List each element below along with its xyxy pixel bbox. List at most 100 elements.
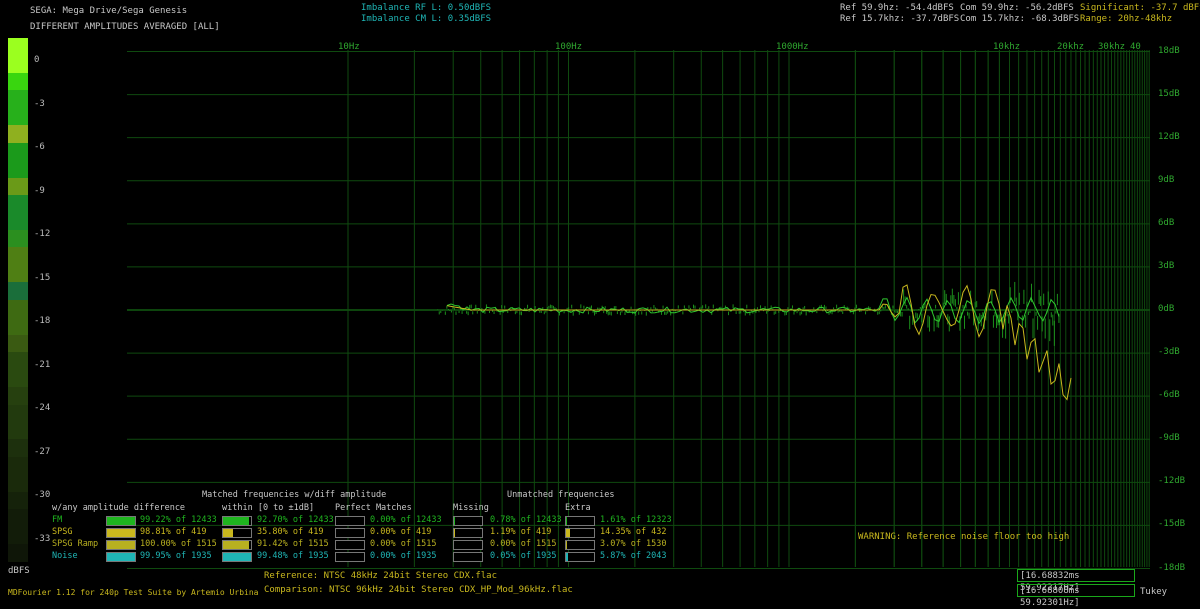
stats-value: 14.35% of 432 [600,527,667,537]
graph-subtitle: DIFFERENT AMPLITUDES AVERAGED [ALL] [30,22,220,32]
scale-segment [8,422,28,439]
scale-segment [8,125,28,142]
comparison-timing: [16.68808ms 59.92301Hz] [1017,584,1135,597]
scale-segment [8,300,28,317]
scale-label: -6 [34,142,58,152]
stats-value: 91.42% of 1515 [257,539,329,549]
scale-segment [8,439,28,456]
scale-label: -21 [34,360,58,370]
stats-bar-fill [566,529,570,537]
scale-segment [8,230,28,247]
scale-segment [8,160,28,177]
stats-bar-fill [566,541,567,549]
scale-label: 0 [34,55,58,65]
stats-value: 35.80% of 419 [257,527,324,537]
stats-value: 1.61% of 12323 [600,515,672,525]
scale-segment [8,90,28,107]
col-any-header: w/any amplitude difference [52,503,185,513]
scale-segment [8,387,28,404]
stats-value: 98.81% of 419 [140,527,207,537]
stats-bar [565,540,595,550]
scale-segment [8,509,28,526]
scale-label: -15 [34,273,58,283]
stats-value: 1.19% of 419 [490,527,551,537]
stats-row-label: SPSG [52,527,72,537]
stats-bar [222,528,252,538]
scale-segment [8,55,28,72]
stats-bar [335,552,365,562]
db-label: -9dB [1158,433,1180,443]
stats-value: 100.00% of 1515 [140,539,217,549]
scale-segment [8,178,28,195]
stats-bar [335,528,365,538]
scale-segment [8,38,28,55]
scale-label: -24 [34,403,58,413]
scale-segment [8,474,28,491]
stats-bar-fill [223,553,251,561]
col-perfect-header: Perfect Matches [335,503,412,513]
reference-timing: [16.68832ms 59.92217Hz] [1017,569,1135,582]
stats-value: 5.87% of 2043 [600,551,667,561]
col-missing-header: Missing [453,503,489,513]
stats-row-label: Noise [52,551,78,561]
stats-bar [106,540,136,550]
stats-bar-fill [107,541,135,549]
stats-bar-fill [566,553,568,561]
scale-segment [8,335,28,352]
stats-value: 0.00% of 1935 [370,551,437,561]
scale-unit: dBFS [8,566,30,576]
comparison-file: Comparison: NTSC 96kHz 24bit Stereo CDX_… [264,585,573,595]
scale-label: -18 [34,316,58,326]
imbalance-cm: Imbalance CM L: 0.35dBFS [361,14,491,24]
freq-label: 100Hz [555,42,582,52]
stats-value: 0.78% of 12433 [490,515,562,525]
scale-label: -27 [34,447,58,457]
scale-segment [8,213,28,230]
com-59-readout: Com 59.9hz: -56.2dBFS [960,3,1074,13]
stats-bar [106,552,136,562]
scale-segment [8,143,28,160]
stats-value: 0.00% of 419 [370,527,431,537]
range-readout: Range: 20hz-48khz [1080,14,1172,24]
matched-title: Matched frequencies w/diff amplitude [202,490,386,500]
stats-value: 99.95% of 1935 [140,551,212,561]
scale-segment [8,282,28,299]
stats-row-label: FM [52,515,62,525]
stats-value: 0.00% of 1515 [370,539,437,549]
freq-label: 1000Hz [776,42,809,52]
stats-bar [222,540,252,550]
col-within-header: within [0 to ±1dB] [222,503,314,513]
stats-bar [453,528,483,538]
unmatched-title: Unmatched frequencies [507,490,614,500]
stats-bar-fill [223,529,233,537]
scale-segment [8,527,28,544]
scale-label: -12 [34,229,58,239]
stats-value: 92.70% of 12433 [257,515,334,525]
db-label: -6dB [1158,390,1180,400]
scale-segment [8,370,28,387]
db-label: 0dB [1158,304,1174,314]
scale-label: -9 [34,186,58,196]
db-label: -12dB [1158,476,1185,486]
stats-bar [335,540,365,550]
stats-bar [565,516,595,526]
ref-59-readout: Ref 59.9hz: -54.4dBFS [840,3,954,13]
scale-label: -3 [34,99,58,109]
stats-bar [565,552,595,562]
scale-segment [8,247,28,264]
stats-bar [222,552,252,562]
stats-value: 99.48% of 1935 [257,551,329,561]
app-credit: MDFourier 1.12 for 240p Test Suite by Ar… [8,588,258,597]
stats-value: 0.00% of 12433 [370,515,442,525]
com-157-readout: Com 15.7khz: -68.3dBFS [960,14,1079,24]
significant-readout: Significant: -37.7 dBFS [1080,3,1200,13]
scale-segment [8,73,28,90]
dbfs-color-scale [8,38,28,562]
stats-bar-fill [223,517,249,525]
stats-bar [453,540,483,550]
system-title: SEGA: Mega Drive/Sega Genesis [30,6,187,16]
stats-value: 0.05% of 1935 [490,551,557,561]
stats-bar [565,528,595,538]
stats-value: 3.07% of 1530 [600,539,667,549]
scale-segment [8,265,28,282]
